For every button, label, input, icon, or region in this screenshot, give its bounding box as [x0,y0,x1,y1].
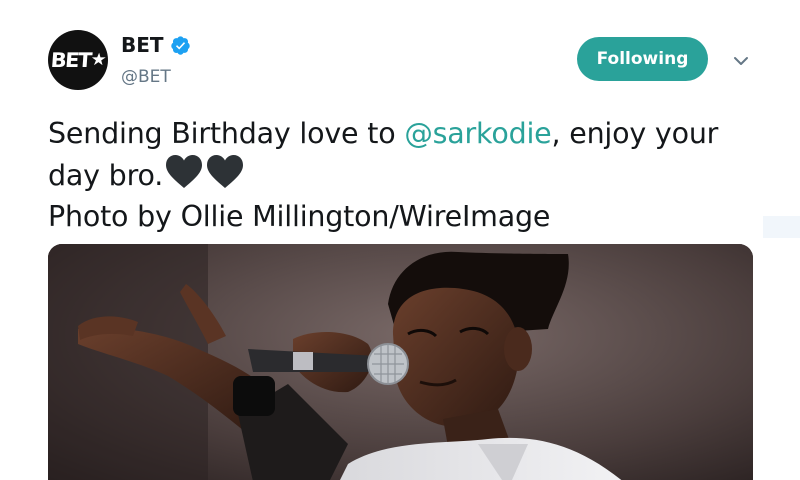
avatar[interactable]: BET ★ [48,30,108,90]
account-handle[interactable]: @BET [121,67,171,87]
verified-badge-icon [170,35,190,55]
display-name[interactable]: BET [121,33,164,57]
performer-photo [48,244,753,480]
bet-logo-text: BET [49,48,92,72]
chevron-down-icon[interactable] [731,54,751,68]
side-panel-fragment [763,216,800,238]
bet-logo: BET ★ [50,48,106,72]
tweet-card: BET ★ BET @BET Following Sending Birthday… [0,0,800,480]
black-heart-icon [166,155,203,188]
tweet-text-before: Sending Birthday love to [48,117,405,150]
star-icon: ★ [90,50,106,70]
account-name-row[interactable]: BET [121,32,191,58]
mention-link[interactable]: @sarkodie [404,117,551,150]
photo-credit: Photo by Ollie Millington/WireImage [48,200,551,233]
tweet-photo[interactable] [48,244,753,480]
following-button[interactable]: Following [577,37,708,81]
black-heart-icon [207,155,244,188]
tweet-text: Sending Birthday love to @sarkodie, enjo… [48,113,748,237]
